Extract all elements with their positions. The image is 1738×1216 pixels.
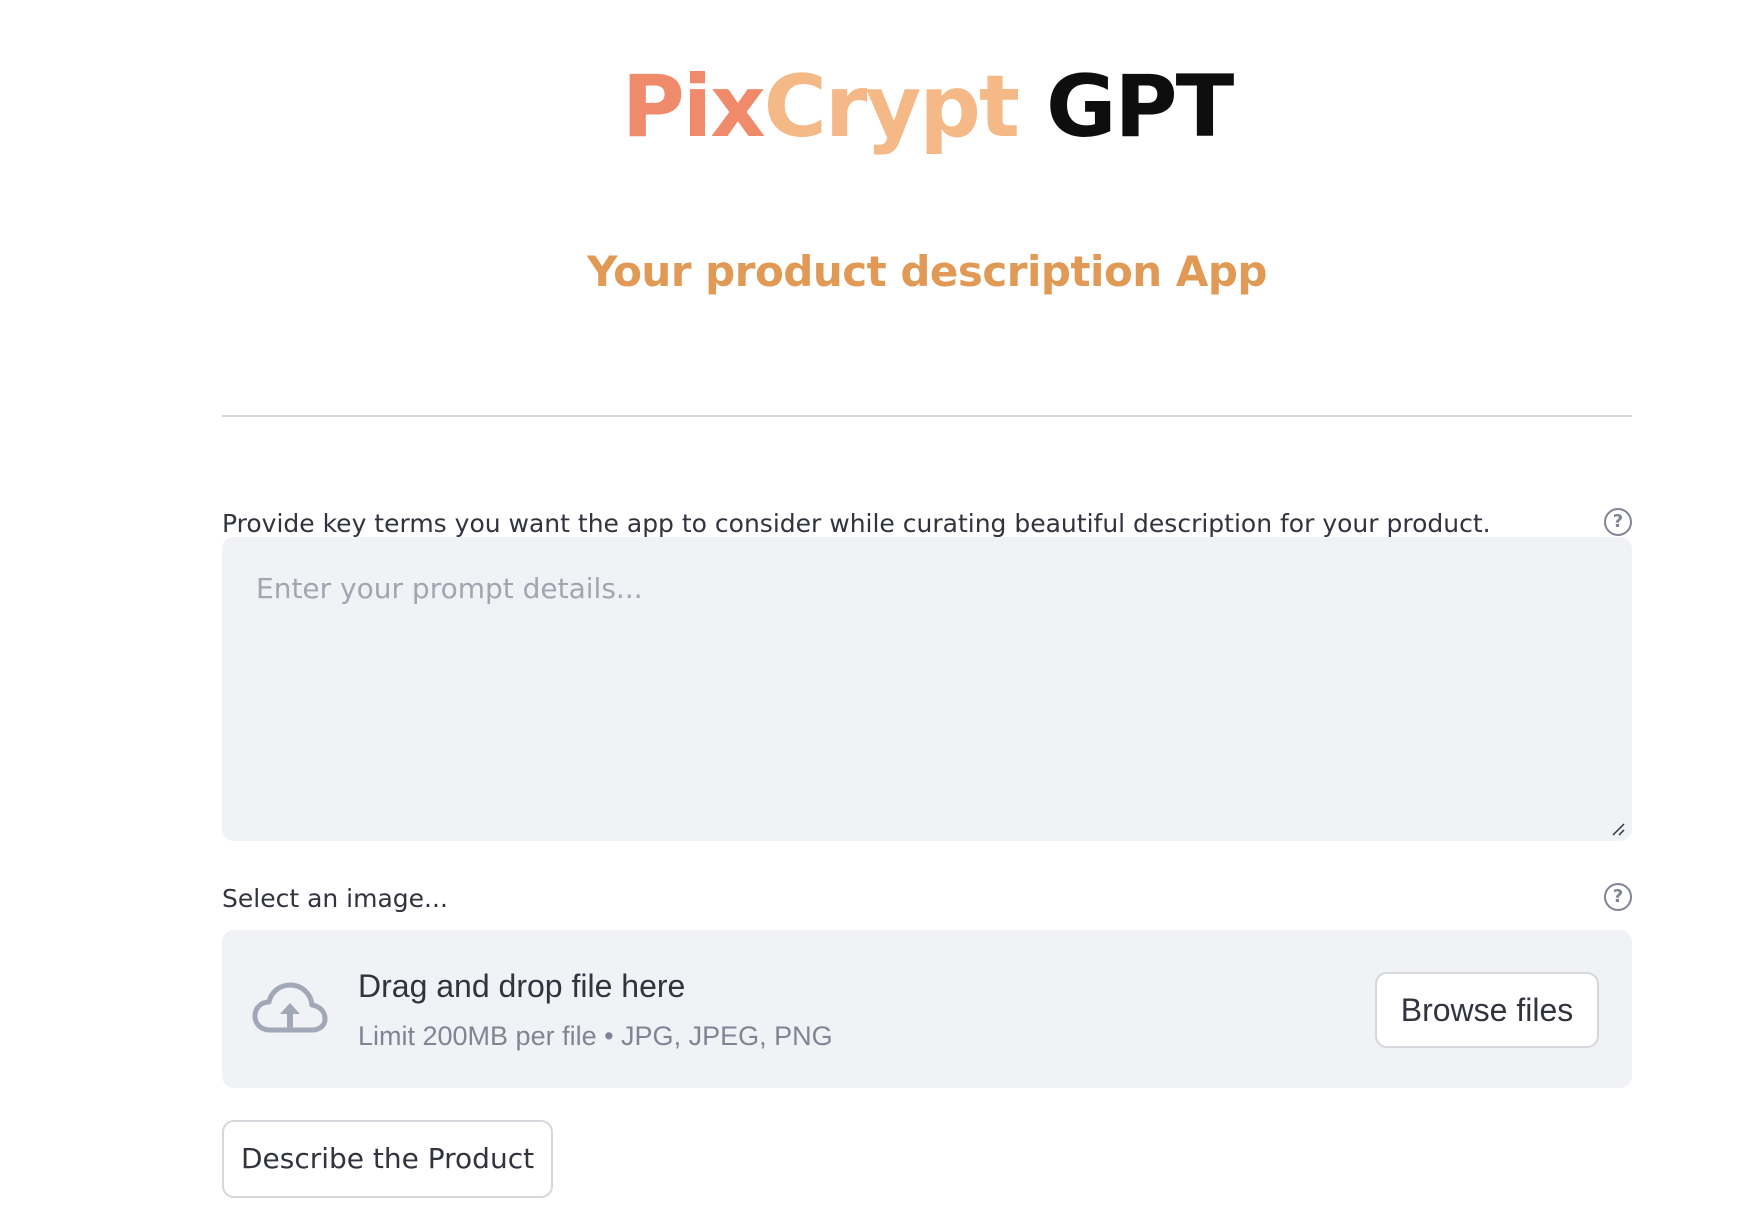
question-circle-icon[interactable]: ? (1604, 508, 1632, 536)
cloud-upload-icon (252, 982, 328, 1033)
file-dropzone[interactable]: Drag and drop file here Limit 200MB per … (222, 930, 1632, 1088)
main-content: PixCrypt GPT Your product description Ap… (222, 0, 1632, 1216)
divider (222, 415, 1632, 417)
question-circle-icon[interactable]: ? (1604, 883, 1632, 911)
prompt-label: Provide key terms you want the app to co… (222, 509, 1491, 538)
browse-files-button[interactable]: Browse files (1375, 972, 1599, 1048)
describe-product-button[interactable]: Describe the Product (222, 1120, 553, 1198)
dropzone-title: Drag and drop file here (358, 968, 686, 1004)
dropzone-limit: Limit 200MB per file • JPG, JPEG, PNG (358, 1021, 833, 1051)
title-part-crypt: Crypt (763, 57, 1020, 157)
uploader-label: Select an image... (222, 884, 448, 913)
app-subtitle: Your product description App (587, 247, 1267, 296)
title-part-pix: Pix (621, 57, 766, 157)
app-title: PixCrypt GPT (222, 52, 1632, 162)
resize-grip-icon[interactable] (1611, 822, 1625, 836)
title-part-gpt: GPT (1045, 57, 1234, 157)
prompt-textarea[interactable] (222, 537, 1632, 841)
